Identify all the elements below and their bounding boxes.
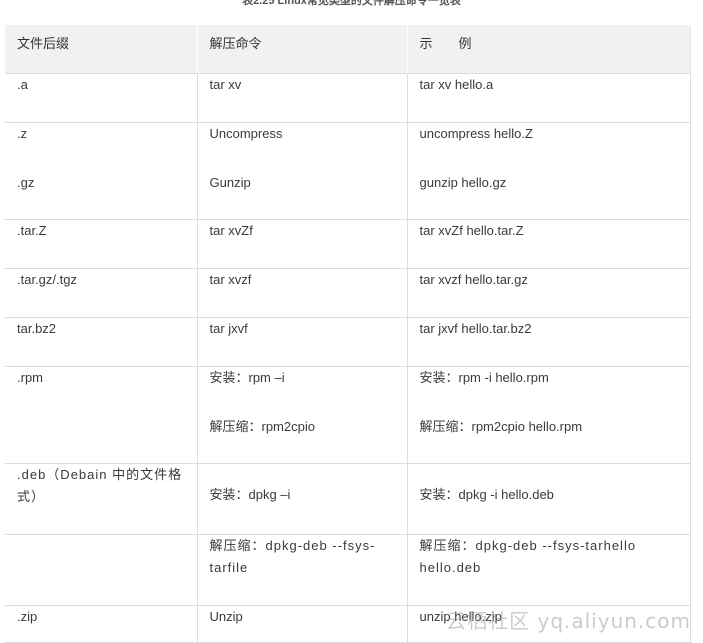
cell-command: tar xv bbox=[197, 73, 408, 123]
cell-example-line: uncompress hello.Z bbox=[419, 125, 533, 141]
cell-example: tar xvzf hello.tar.gz bbox=[407, 268, 691, 318]
cell-example: tar xv hello.a bbox=[407, 73, 691, 123]
cell-example-line: gunzip hello.gz bbox=[419, 174, 507, 190]
header-example: 示 例 bbox=[407, 25, 691, 74]
cell-command: tar xvZf bbox=[197, 219, 408, 269]
cell-example: uncompress hello.Z gunzip hello.gz bbox=[407, 122, 691, 220]
table-caption: 表2.25 Linux常见类型的文件解压命令一览表 bbox=[242, 0, 461, 7]
header-suffix: 文件后缀 bbox=[5, 25, 198, 74]
cell-example-line: 解压缩：rpm2cpio hello.rpm bbox=[419, 418, 583, 434]
cell-command: 安装：rpm –i 解压缩：rpm2cpio bbox=[197, 366, 408, 464]
cell-suffix bbox=[5, 534, 198, 606]
cell-command: tar jxvf bbox=[197, 317, 408, 367]
site-watermark: 云栖社区 yq.aliyun.com bbox=[446, 609, 691, 633]
table-header-row: 文件后缀 解压命令 示 例 bbox=[5, 25, 691, 74]
cell-command: 解压缩：dpkg-deb --fsys-tarfile bbox=[197, 534, 408, 606]
table-row: .tar.Z tar xvZf tar xvZf hello.tar.Z bbox=[5, 219, 691, 269]
table-row: .z .gz Uncompress Gunzip uncompress hell… bbox=[5, 122, 691, 220]
cell-example: tar jxvf hello.tar.bz2 bbox=[407, 317, 691, 367]
table-row: .a tar xv tar xv hello.a bbox=[5, 73, 691, 123]
cell-example: tar xvZf hello.tar.Z bbox=[407, 219, 691, 269]
table-row: 解压缩：dpkg-deb --fsys-tarfile 解压缩：dpkg-deb… bbox=[5, 534, 691, 606]
header-command: 解压命令 bbox=[197, 25, 408, 74]
cell-command-line: 安装：rpm –i bbox=[209, 369, 285, 385]
table-row: .rpm 安装：rpm –i 解压缩：rpm2cpio 安装：rpm -i he… bbox=[5, 366, 691, 464]
cell-suffix-line: .z bbox=[17, 125, 28, 141]
table-row: .tar.gz/.tgz tar xvzf tar xvzf hello.tar… bbox=[5, 268, 691, 318]
cell-command-line: Gunzip bbox=[209, 174, 251, 190]
cell-example: 安装：dpkg -i hello.deb bbox=[407, 463, 691, 535]
cell-suffix-line: .rpm bbox=[17, 369, 43, 385]
cell-command: Uncompress Gunzip bbox=[197, 122, 408, 220]
cell-suffix: .z .gz bbox=[5, 122, 198, 220]
cell-example: 解压缩：dpkg-deb --fsys-tarhello hello.deb bbox=[407, 534, 691, 606]
cell-suffix: .rpm bbox=[5, 366, 198, 464]
cell-command-line: Uncompress bbox=[209, 125, 283, 141]
cell-command-line: 解压缩：rpm2cpio bbox=[209, 418, 315, 434]
cell-suffix: tar.bz2 bbox=[5, 317, 198, 367]
cell-suffix-line: .gz bbox=[17, 174, 35, 190]
cell-example: 安装：rpm -i hello.rpm 解压缩：rpm2cpio hello.r… bbox=[407, 366, 691, 464]
cell-command: 安装：dpkg –i bbox=[197, 463, 408, 535]
cell-suffix: .tar.Z bbox=[5, 219, 198, 269]
table-row: tar.bz2 tar jxvf tar jxvf hello.tar.bz2 bbox=[5, 317, 691, 367]
cell-suffix: .deb（Debain 中的文件格式） bbox=[5, 463, 198, 535]
cell-command: tar xvzf bbox=[197, 268, 408, 318]
cell-command: Unzip bbox=[197, 605, 408, 643]
decompress-commands-table: 文件后缀 解压命令 示 例 .a tar xv tar xv hello.a .… bbox=[5, 25, 691, 643]
cell-suffix: .zip bbox=[5, 605, 198, 643]
cell-suffix: .a bbox=[5, 73, 198, 123]
cell-suffix: .tar.gz/.tgz bbox=[5, 268, 198, 318]
table-row: .deb（Debain 中的文件格式） 安装：dpkg –i 安装：dpkg -… bbox=[5, 463, 691, 535]
cell-example-line: 安装：rpm -i hello.rpm bbox=[419, 369, 549, 385]
